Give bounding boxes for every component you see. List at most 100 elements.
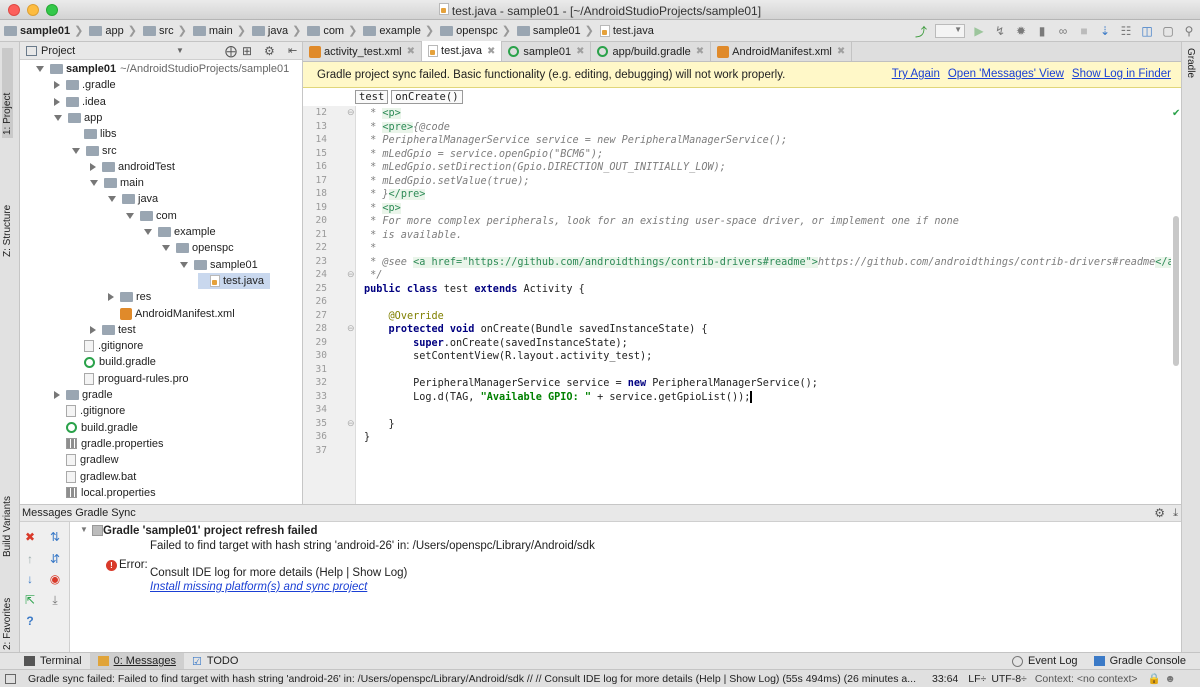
- chevron-right-icon[interactable]: [54, 391, 60, 399]
- layout-icon[interactable]: ▢: [1161, 24, 1175, 38]
- todo-tab[interactable]: ☑ TODO: [184, 653, 246, 670]
- try-again-link[interactable]: Try Again: [892, 68, 940, 80]
- tree-item[interactable]: build.gradle: [72, 354, 156, 370]
- open-messages-view-link[interactable]: Open 'Messages' View: [948, 68, 1064, 80]
- export-icon[interactable]: ⇱: [23, 593, 37, 607]
- run-config-select[interactable]: ▼: [935, 24, 965, 38]
- tree-item[interactable]: sample01 ~/AndroidStudioProjects/sample0…: [36, 61, 289, 77]
- tool-tab-build-variants[interactable]: Build Variants: [2, 472, 13, 557]
- chevron-down-icon[interactable]: [54, 114, 62, 121]
- apply-changes-icon[interactable]: ↯: [993, 24, 1007, 38]
- chevron-down-icon[interactable]: [90, 180, 98, 187]
- collapse-all-icon[interactable]: ⇵: [48, 552, 62, 566]
- tree-item[interactable]: openspc: [162, 240, 234, 256]
- down-arrow-icon[interactable]: ↓: [23, 572, 37, 586]
- profile-icon[interactable]: ▮: [1035, 24, 1049, 38]
- caret-position[interactable]: 33:64: [932, 673, 958, 685]
- inspector-icon[interactable]: ☻: [1165, 673, 1176, 685]
- close-icon[interactable]: ✖: [696, 46, 704, 57]
- breadcrumb-item[interactable]: java ❯: [251, 24, 305, 37]
- tree-item[interactable]: res: [108, 289, 151, 305]
- context-indicator[interactable]: Context: <no context>: [1035, 673, 1138, 685]
- tree-item[interactable]: local.properties: [54, 485, 156, 501]
- breadcrumb-item[interactable]: openspc ❯: [440, 24, 515, 37]
- breadcrumb-item[interactable]: sample01 ❯: [516, 24, 598, 37]
- tree-item[interactable]: .gradle: [54, 77, 116, 93]
- close-icon[interactable]: ✖: [576, 46, 584, 57]
- fold-marker-icon[interactable]: ⊖: [347, 418, 355, 429]
- hide-panel-icon[interactable]: ⇤: [288, 44, 297, 57]
- code-editor[interactable]: * <p> * <pre>{@code * PeripheralManagerS…: [356, 106, 1171, 504]
- make-project-icon[interactable]: ⤴: [914, 24, 928, 39]
- close-icon[interactable]: ✖: [487, 46, 495, 57]
- run-icon[interactable]: ▶: [972, 24, 986, 38]
- breadcrumb-item[interactable]: example ❯: [363, 24, 438, 37]
- hide-panel-icon[interactable]: ⤓: [1173, 507, 1178, 520]
- download-icon[interactable]: ⤓: [48, 593, 62, 607]
- install-platform-link[interactable]: Install missing platform(s) and sync pro…: [150, 581, 367, 593]
- chevron-right-icon[interactable]: [54, 97, 60, 106]
- gear-icon[interactable]: ⚙: [264, 44, 275, 58]
- tree-item[interactable]: .idea: [54, 94, 106, 110]
- editor-tab[interactable]: sample01 ✖: [502, 42, 592, 61]
- tree-item[interactable]: libs: [72, 126, 117, 142]
- help-icon[interactable]: ?: [23, 614, 37, 628]
- editor-tab[interactable]: activity_test.xml ✖: [303, 42, 423, 61]
- gradle-console-tab[interactable]: Gradle Console: [1086, 653, 1200, 670]
- chevron-down-icon[interactable]: ▼: [80, 525, 88, 534]
- line-separator[interactable]: LF÷: [968, 673, 986, 685]
- tool-tab-structure[interactable]: Z: Structure: [2, 167, 13, 257]
- chevron-down-icon[interactable]: [144, 229, 152, 235]
- editor-tab[interactable]: test.java ✖: [422, 41, 503, 61]
- tree-item[interactable]: .gitignore: [72, 338, 143, 354]
- chevron-down-icon[interactable]: [108, 196, 116, 203]
- editor-scrollbar[interactable]: ✔: [1171, 106, 1181, 504]
- expand-all-icon[interactable]: ⇅: [48, 530, 62, 544]
- fold-marker-icon[interactable]: ⊖: [347, 323, 355, 334]
- attach-debugger-icon[interactable]: ∞: [1056, 24, 1070, 38]
- tree-item[interactable]: test.java: [198, 272, 270, 289]
- tree-item[interactable]: sample01: [180, 257, 258, 273]
- tool-tab-gradle[interactable]: Gradle: [1185, 48, 1196, 98]
- chevron-down-icon[interactable]: [36, 66, 44, 72]
- chevron-down-icon[interactable]: [180, 261, 188, 268]
- breadcrumb-class[interactable]: test: [355, 90, 389, 104]
- fold-marker-icon[interactable]: ⊖: [347, 269, 355, 280]
- tree-item[interactable]: AndroidManifest.xml: [108, 306, 235, 322]
- tree-item[interactable]: example: [144, 224, 216, 240]
- fold-marker-icon[interactable]: ⊖: [347, 107, 355, 118]
- avd-manager-icon[interactable]: ☷: [1119, 24, 1133, 38]
- editor-tab[interactable]: app/build.gradle ✖: [591, 42, 712, 61]
- chevron-right-icon[interactable]: [108, 293, 114, 302]
- tree-item[interactable]: gradle.properties: [54, 436, 164, 452]
- collapse-all-icon[interactable]: ⊞: [242, 44, 252, 58]
- filter-icon[interactable]: ◉: [48, 572, 62, 586]
- tree-item[interactable]: .gitignore: [54, 403, 125, 419]
- chevron-down-icon[interactable]: [72, 147, 80, 154]
- tree-item[interactable]: src: [72, 143, 117, 159]
- messages-tab[interactable]: 0: Messages: [89, 652, 184, 670]
- tree-item[interactable]: gradlew: [54, 452, 119, 468]
- tree-item[interactable]: java: [108, 191, 158, 207]
- breadcrumb-item[interactable]: com ❯: [307, 24, 361, 37]
- breadcrumb-item[interactable]: app ❯: [89, 24, 141, 37]
- breadcrumb-item[interactable]: src ❯: [142, 24, 191, 37]
- tree-item[interactable]: build.gradle: [54, 420, 138, 436]
- editor-tab[interactable]: AndroidManifest.xml ✖: [711, 42, 853, 61]
- close-icon[interactable]: ✖: [23, 530, 37, 544]
- sync-gradle-icon[interactable]: ⇣: [1098, 24, 1112, 38]
- project-view-selector[interactable]: Project: [41, 45, 75, 57]
- up-arrow-icon[interactable]: ↑: [23, 552, 37, 566]
- scroll-from-source-icon[interactable]: ⨁: [225, 44, 237, 58]
- show-log-in-finder-link[interactable]: Show Log in Finder: [1072, 68, 1171, 80]
- chevron-down-icon[interactable]: [126, 212, 134, 219]
- tree-item[interactable]: com: [126, 208, 177, 224]
- tree-item[interactable]: gradlew.bat: [54, 469, 136, 485]
- tree-item[interactable]: main: [90, 175, 144, 191]
- event-log-tab[interactable]: Event Log: [1004, 653, 1086, 670]
- breadcrumb-method[interactable]: onCreate(): [391, 90, 463, 104]
- breadcrumb-item[interactable]: test.java: [599, 24, 654, 37]
- tool-tab-project[interactable]: 1: Project: [2, 48, 13, 138]
- tree-item[interactable]: proguard-rules.pro: [72, 371, 189, 387]
- search-icon[interactable]: ⚲: [1182, 24, 1196, 38]
